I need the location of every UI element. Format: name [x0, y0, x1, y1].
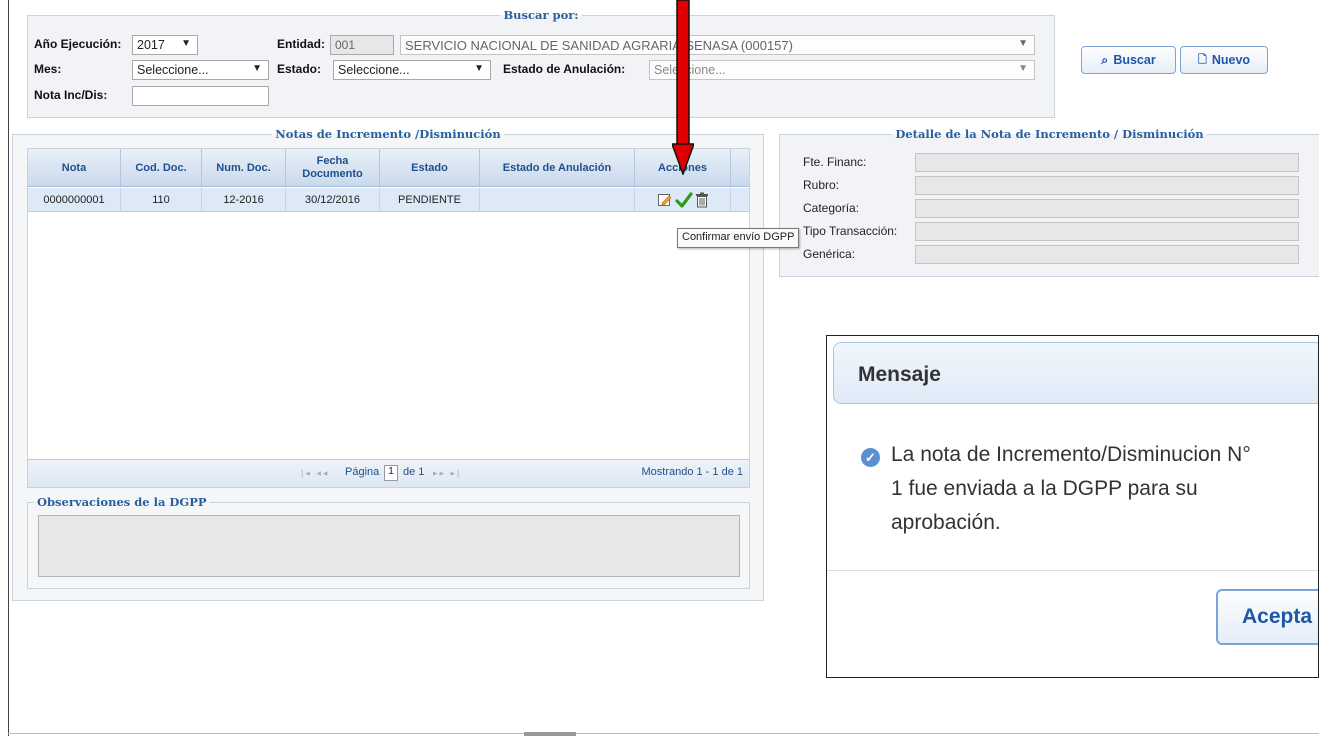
- showing-count: Mostrando 1 - 1 de 1: [641, 466, 743, 478]
- cell-cod-doc: 110: [121, 188, 202, 212]
- cell-acciones: [635, 188, 731, 212]
- cell-anulacion: [480, 188, 635, 212]
- new-document-icon: 🗋: [1197, 53, 1207, 66]
- grid-header: Nota Cod. Doc. Num. Doc. Fecha Documento…: [28, 149, 749, 187]
- detalle-field-categoria: [915, 199, 1299, 218]
- bottom-border: [8, 733, 1319, 734]
- dialog-title: Mensaje: [833, 342, 1318, 404]
- detalle-legend: Detalle de la Nota de Incremento / Dismi…: [895, 127, 1204, 141]
- anulacion-label: Estado de Anulación:: [503, 62, 626, 76]
- nota-label: Nota Inc/Dis:: [34, 88, 108, 102]
- notas-grid: Nota Cod. Doc. Num. Doc. Fecha Documento…: [27, 148, 750, 488]
- col-estado[interactable]: Estado: [380, 149, 480, 187]
- observaciones-textarea[interactable]: [38, 515, 740, 577]
- dialog-line-1: La nota de Incremento/Disminucion N°: [891, 443, 1251, 466]
- detalle-label-generica: Genérica:: [803, 247, 856, 261]
- detalle-label-tipo: Tipo Transacción:: [803, 224, 898, 238]
- aceptar-button[interactable]: Acepta: [1216, 589, 1318, 645]
- detalle-field-fte: [915, 153, 1299, 172]
- cell-num-doc: 12-2016: [202, 188, 286, 212]
- nota-input[interactable]: [132, 86, 269, 106]
- page-label: Página: [345, 466, 380, 478]
- anulacion-select[interactable]: Seleccione... ▼: [649, 60, 1035, 80]
- detalle-label-fte: Fte. Financ:: [803, 155, 867, 169]
- col-cod-doc[interactable]: Cod. Doc.: [121, 149, 202, 187]
- col-nota[interactable]: Nota: [28, 149, 121, 187]
- dialog-message: La nota de Incremento/Disminucion N° 1 f…: [891, 438, 1318, 540]
- message-dialog: Mensaje ✓ La nota de Incremento/Disminuc…: [826, 335, 1319, 678]
- dropdown-arrow-icon: ▼: [252, 63, 262, 74]
- observaciones-legend: Observaciones de la DGPP: [37, 495, 207, 509]
- bottom-scroll-tab[interactable]: [524, 732, 576, 736]
- buscar-label: Buscar: [1113, 53, 1156, 67]
- anio-value: 2017: [137, 38, 165, 52]
- edit-icon[interactable]: [657, 192, 673, 208]
- next-last-icon[interactable]: ▸▸ ▸|: [433, 468, 461, 479]
- dialog-separator: [827, 570, 1318, 571]
- nuevo-label: Nuevo: [1211, 53, 1251, 67]
- estado-select[interactable]: Seleccione... ▼: [333, 60, 491, 80]
- entidad-label: Entidad:: [277, 37, 325, 51]
- red-arrow-icon: [672, 0, 694, 175]
- estado-value: Seleccione...: [338, 63, 410, 77]
- nuevo-button[interactable]: 🗋 Nuevo: [1180, 46, 1268, 74]
- dropdown-arrow-icon: ▼: [1018, 38, 1028, 49]
- check-icon[interactable]: [674, 192, 693, 208]
- estado-label: Estado:: [277, 62, 322, 76]
- first-prev-icon[interactable]: |◂ ◂◂: [301, 468, 329, 479]
- buscar-button[interactable]: ⌕ Buscar: [1081, 46, 1176, 74]
- detalle-field-tipo: [915, 222, 1299, 241]
- entidad-select[interactable]: SERVICIO NACIONAL DE SANIDAD AGRARIA-SEN…: [400, 35, 1035, 55]
- entidad-value: SERVICIO NACIONAL DE SANIDAD AGRARIA-SEN…: [405, 38, 793, 53]
- anio-select[interactable]: 2017 ▼: [132, 35, 198, 55]
- col-num-doc[interactable]: Num. Doc.: [202, 149, 286, 187]
- col-anulacion[interactable]: Estado de Anulación: [480, 149, 635, 187]
- detalle-label-rubro: Rubro:: [803, 178, 840, 192]
- anio-label: Año Ejecución:: [34, 37, 122, 51]
- page-input[interactable]: 1: [384, 465, 398, 481]
- detalle-field-generica: [915, 245, 1299, 264]
- info-icon: ✓: [861, 448, 880, 467]
- cell-nota: 0000000001: [28, 188, 121, 212]
- cell-estado: PENDIENTE: [380, 188, 480, 212]
- dialog-line-2: 1 fue enviada a la DGPP para su: [891, 477, 1198, 500]
- search-icon: ⌕: [1101, 52, 1109, 67]
- cell-fecha: 30/12/2016: [286, 188, 380, 212]
- dialog-line-3: aprobación.: [891, 511, 1001, 534]
- mes-label: Mes:: [34, 62, 62, 76]
- confirm-tooltip: Confirmar envío DGPP: [677, 228, 800, 248]
- page-of-label: de 1: [403, 466, 425, 478]
- trash-icon[interactable]: [695, 192, 709, 208]
- search-legend: Buscar por:: [503, 8, 579, 22]
- dropdown-arrow-icon: ▼: [474, 63, 484, 74]
- mes-value: Seleccione...: [137, 63, 209, 77]
- entidad-code-field: 001: [330, 35, 394, 55]
- dropdown-arrow-icon: ▼: [181, 38, 191, 49]
- table-row[interactable]: 0000000001 110 12-2016 30/12/2016 PENDIE…: [28, 188, 749, 212]
- mes-select[interactable]: Seleccione... ▼: [132, 60, 269, 80]
- notas-legend: Notas de Incremento /Disminución: [275, 127, 501, 141]
- col-fecha[interactable]: Fecha Documento: [286, 149, 380, 187]
- detalle-field-rubro: [915, 176, 1299, 195]
- dropdown-arrow-icon: ▼: [1018, 63, 1028, 74]
- detalle-label-categoria: Categoría:: [803, 201, 860, 215]
- grid-pager: |◂ ◂◂ Página 1 de 1 ▸▸ ▸| Mostrando 1 - …: [28, 459, 749, 487]
